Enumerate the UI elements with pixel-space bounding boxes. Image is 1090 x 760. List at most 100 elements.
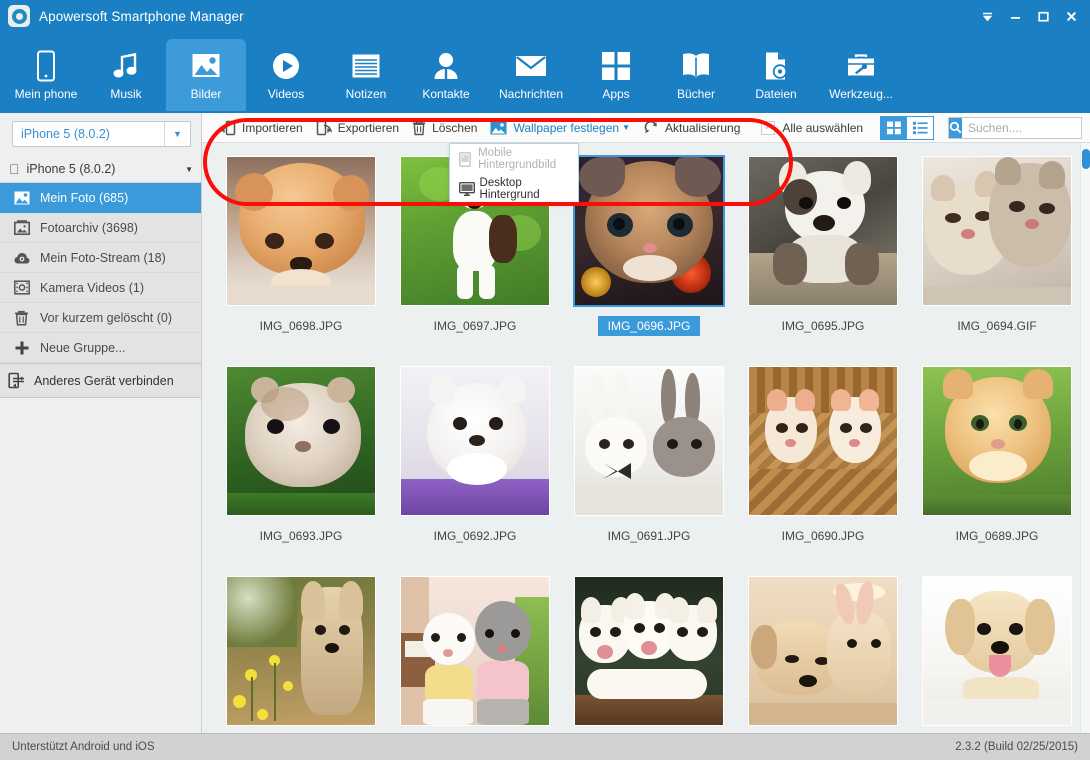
nav-label: Musik (110, 86, 142, 101)
window-title: Apowersoft Smartphone Manager (39, 8, 244, 24)
nav-item-kontakte[interactable]: Kontakte (406, 39, 486, 111)
photo-cell[interactable]: IMG_0689.JPG (910, 365, 1084, 575)
menu-item-mobile-wallpaper[interactable]: Mobile Hintergrundbild (450, 144, 578, 174)
grid-view-icon[interactable] (881, 116, 907, 139)
nav-item-dateien[interactable]: Dateien (736, 39, 816, 111)
device-selector-container: iPhone 5 (8.0.2) ▼ (0, 113, 201, 156)
photo-caption: IMG_0694.GIF (957, 319, 1037, 333)
set-wallpaper-button[interactable]: Wallpaper festlegen ▼ (486, 116, 639, 140)
nav-item-nachrichten[interactable]: Nachrichten (486, 39, 576, 111)
wallpaper-dropdown-menu: Mobile Hintergrundbild Desktop Hintergru… (449, 143, 579, 205)
nav-label: Kontakte (422, 86, 470, 101)
photo-cell[interactable]: IMG_0690.JPG (736, 365, 910, 575)
trash-icon (14, 310, 36, 326)
nav-item-apps[interactable]: Apps (576, 39, 656, 111)
photo-thumbnail[interactable] (400, 576, 550, 726)
delete-button[interactable]: Löschen (408, 116, 486, 140)
close-button[interactable] (1058, 3, 1084, 29)
select-all-label: Alle auswählen (782, 120, 864, 135)
minimize-button[interactable] (1002, 3, 1028, 29)
photo-thumbnail[interactable] (922, 576, 1072, 726)
nav-label: Bücher (676, 86, 716, 101)
minimize-to-tray-button[interactable] (974, 3, 1000, 29)
sidebar-item-label: Neue Gruppe... (40, 340, 126, 355)
photo-cell[interactable]: IMG_0693.JPG (214, 365, 388, 575)
search-input[interactable] (962, 120, 1090, 135)
photo-cell[interactable] (910, 575, 1084, 733)
chevron-down-icon[interactable]: ▼ (164, 122, 190, 146)
nav-item-videos[interactable]: Videos (246, 39, 326, 111)
photo-thumbnail-wrap (225, 155, 377, 307)
nav-label: Nachrichten (498, 86, 564, 101)
grid-squares-icon (602, 48, 630, 84)
nav-item-buecher[interactable]: Bücher (656, 39, 736, 111)
chevron-down-icon[interactable]: ▼ (185, 165, 193, 174)
sidebar-footer-label: Anderes Gerät verbinden (34, 373, 174, 388)
nav-label: Videos (267, 86, 305, 101)
nav-item-notizen[interactable]: Notizen (326, 39, 406, 111)
search-box[interactable] (948, 116, 1090, 139)
sidebar-item-anderes-geraet-verbinden[interactable]: Anderes Gerät verbinden (0, 364, 201, 397)
photo-cell[interactable] (562, 575, 736, 733)
photo-thumbnail[interactable] (922, 156, 1072, 306)
connect-device-icon (8, 372, 30, 389)
application-window: Apowersoft Smartphone Manager Mein phone (0, 0, 1090, 760)
photo-cell[interactable]: IMG_0698.JPG (214, 155, 388, 365)
photo-thumbnail[interactable] (226, 156, 376, 306)
photo-thumbnail[interactable] (574, 576, 724, 726)
photo-thumbnail[interactable] (226, 366, 376, 516)
set-wallpaper-button-label: Wallpaper festlegen (513, 120, 620, 135)
photo-thumbnail[interactable] (400, 366, 550, 516)
photo-thumbnail[interactable] (748, 366, 898, 516)
maximize-button[interactable] (1030, 3, 1056, 29)
photo-grid-scroll[interactable]: IMG_0698.JPG IMG_0697.JPG IMG_0696.JPG I… (202, 143, 1090, 733)
sidebar-item-label: Vor kurzem gelöscht (0) (40, 310, 172, 325)
photo-thumbnail[interactable] (922, 366, 1072, 516)
sidebar: iPhone 5 (8.0.2) ▼  iPhone 5 (8.0.2) ▼ … (0, 113, 202, 733)
sidebar-item-mein-foto[interactable]: Mein Foto (685) (0, 183, 201, 213)
photo-art-three-white-puppies (575, 577, 723, 725)
list-view-icon[interactable] (907, 116, 933, 139)
nav-item-werkzeug[interactable]: Werkzeug... (816, 39, 906, 111)
sidebar-item-label: Kamera Videos (1) (40, 280, 144, 295)
sidebar-item-fotoarchiv[interactable]: Fotoarchiv (3698) (0, 213, 201, 243)
photo-art-two-poodles-in-clothes (401, 577, 549, 725)
photo-cell[interactable]: IMG_0691.JPG (562, 365, 736, 575)
sidebar-item-mein-foto-stream[interactable]: Mein Foto-Stream (18) (0, 243, 201, 273)
nav-item-mein-phone[interactable]: Mein phone (6, 39, 86, 111)
photo-cell[interactable] (214, 575, 388, 733)
nav-item-bilder[interactable]: Bilder (166, 39, 246, 111)
select-all-checkbox[interactable]: ✓ Alle auswählen (761, 116, 863, 140)
vertical-scrollbar[interactable] (1080, 143, 1090, 733)
sidebar-item-vor-kurzem-geloescht[interactable]: Vor kurzem gelöscht (0) (0, 303, 201, 333)
menu-item-desktop-wallpaper[interactable]: Desktop Hintergrund (450, 174, 578, 204)
photo-thumbnail[interactable] (573, 155, 725, 307)
photo-caption: IMG_0692.JPG (433, 529, 517, 543)
device-tree-header[interactable]:  iPhone 5 (8.0.2) ▼ (0, 156, 201, 183)
sidebar-item-kamera-videos[interactable]: Kamera Videos (1) (0, 273, 201, 303)
sidebar-item-neue-gruppe[interactable]: Neue Gruppe... (0, 333, 201, 363)
photo-art-persian-kitten (575, 157, 723, 305)
nav-item-musik[interactable]: Musik (86, 39, 166, 111)
photo-thumbnail[interactable] (748, 576, 898, 726)
photo-grid: IMG_0698.JPG IMG_0697.JPG IMG_0696.JPG I… (202, 143, 1090, 733)
photo-cell[interactable]: IMG_0692.JPG (388, 365, 562, 575)
photo-thumbnail[interactable] (226, 576, 376, 726)
photo-art-puppy-and-rabbit (749, 577, 897, 725)
export-button[interactable]: Exportieren (312, 116, 408, 140)
photo-cell-selected[interactable]: IMG_0696.JPG (562, 155, 736, 365)
notes-icon (351, 48, 381, 84)
import-button[interactable]: Importieren (216, 116, 312, 140)
photo-thumbnail[interactable] (748, 156, 898, 306)
photo-thumbnail[interactable] (574, 366, 724, 516)
photo-cell[interactable]: IMG_0694.GIF (910, 155, 1084, 365)
cloud-photo-icon (14, 251, 36, 265)
photo-cell[interactable] (388, 575, 562, 733)
photo-cell[interactable]: IMG_0695.JPG (736, 155, 910, 365)
sidebar-list: Mein Foto (685) Fotoarchiv (3698) Mein F… (0, 183, 201, 363)
photo-cell[interactable] (736, 575, 910, 733)
device-selector[interactable]: iPhone 5 (8.0.2) ▼ (12, 121, 191, 147)
sidebar-item-label: Fotoarchiv (3698) (40, 220, 138, 235)
scrollbar-thumb[interactable] (1082, 149, 1090, 169)
refresh-button[interactable]: Aktualisierung (639, 116, 749, 140)
